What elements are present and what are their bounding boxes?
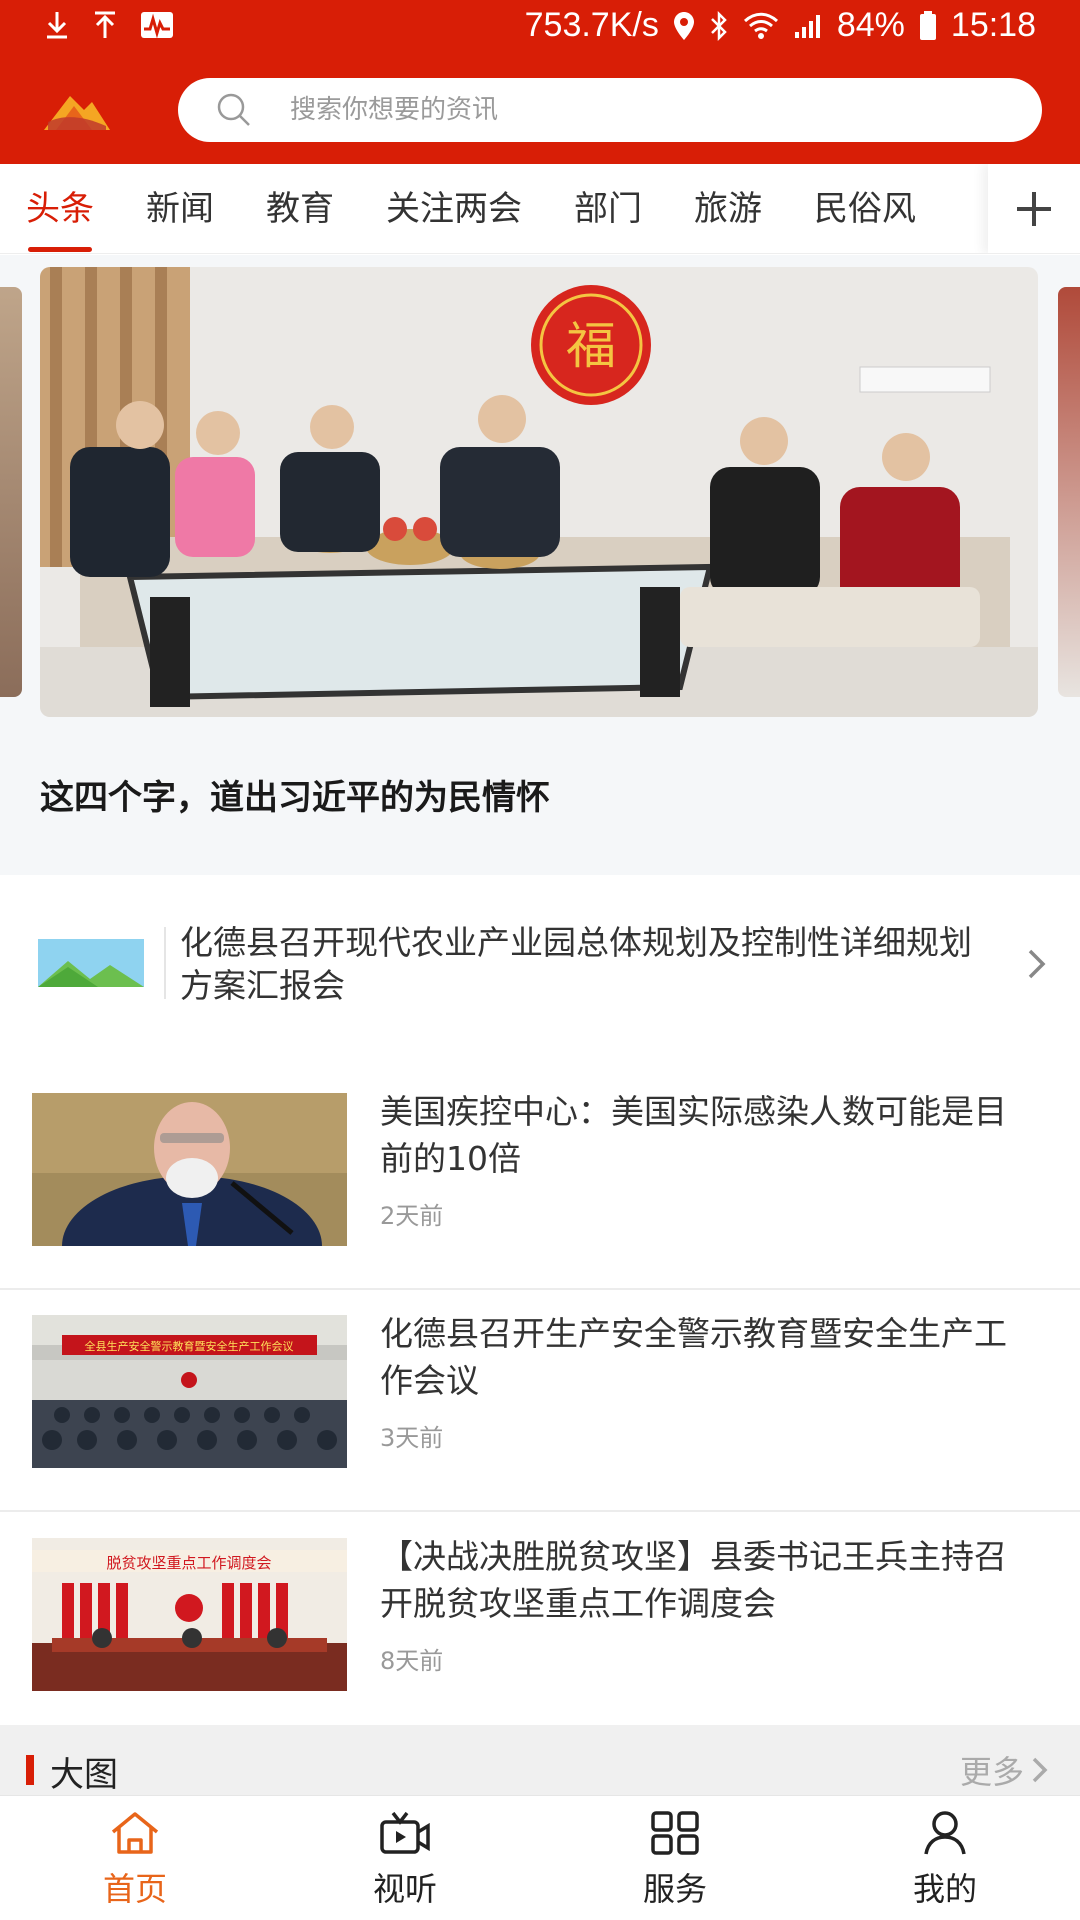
search-icon (217, 93, 250, 126)
banner-headline[interactable]: 这四个字，道出习近平的为民情怀 (40, 770, 550, 819)
carousel-next-slide[interactable] (1058, 287, 1080, 697)
category-tabs: 头条 新闻 教育 关注两会 部门 旅游 民俗风 (0, 164, 1080, 254)
news-thumbnail[interactable]: 全县生产安全警示教育暨安全生产工作会议 (32, 1315, 347, 1468)
section-marker (26, 1755, 34, 1785)
news-title[interactable]: 【决战决胜脱贫攻坚】县委书记王兵主持召开脱贫攻坚重点工作调度会 (380, 1533, 1030, 1627)
search-bar[interactable] (178, 78, 1042, 142)
more-link[interactable]: 更多 (960, 1747, 1050, 1793)
tab-folk-customs[interactable]: 民俗风 (788, 164, 942, 253)
news-title[interactable]: 美国疾控中心：美国实际感染人数可能是目前的10倍 (380, 1088, 1030, 1182)
chevron-right-icon[interactable] (1026, 947, 1048, 981)
clock: 15:18 (950, 6, 1036, 44)
placeholder-image-icon (38, 939, 144, 987)
news-time: 8天前 (380, 1647, 444, 1675)
activity-icon (141, 12, 173, 39)
battery-percent: 84% (836, 6, 905, 44)
list-item[interactable]: 全县生产安全警示教育暨安全生产工作会议 化德县召开生产安全警示教育暨安全生产工作… (0, 1290, 1080, 1512)
tab-news[interactable]: 新闻 (120, 164, 240, 253)
battery-icon (919, 10, 936, 40)
video-icon (380, 1811, 430, 1854)
list-item[interactable]: 脱贫攻坚重点工作调度会 【决战决胜脱贫攻坚】县委书记王兵主持召开脱贫攻坚重点工作… (0, 1513, 1080, 1735)
news-thumbnail[interactable] (32, 1093, 347, 1246)
wifi-icon (743, 12, 778, 39)
chevron-right-icon (1032, 1757, 1048, 1783)
plus-icon (1017, 192, 1051, 226)
nav-profile-label: 我的 (912, 1870, 977, 1908)
banner-text: 脱贫攻坚重点工作调度会 (106, 1554, 271, 1572)
tab-education[interactable]: 教育 (240, 164, 360, 253)
app-logo-icon[interactable] (40, 86, 112, 134)
nav-home-label: 首页 (102, 1870, 167, 1908)
bluetooth-icon (710, 10, 727, 41)
divider (164, 927, 166, 999)
app-header (0, 56, 1080, 164)
nav-video[interactable]: 视听 (270, 1796, 540, 1920)
bottom-navigation: 首页 视听 服务 我的 (0, 1795, 1080, 1920)
banner-carousel[interactable]: 福 这四个字，道出习近平的为民情怀 (0, 255, 1080, 875)
more-label: 更多 (959, 1753, 1024, 1791)
tab-headlines[interactable]: 头条 (0, 164, 120, 253)
banner-image[interactable]: 福 (40, 267, 1038, 717)
section-title: 大图 (50, 1755, 118, 1795)
add-channel-button[interactable] (988, 164, 1080, 253)
text-news-title[interactable]: 化德县召开现代农业产业园总体规划及控制性详细规划方案汇报会 (180, 921, 980, 1007)
fu-character: 福 (566, 317, 616, 375)
nav-profile[interactable]: 我的 (810, 1796, 1080, 1920)
nav-home[interactable]: 首页 (0, 1796, 270, 1920)
nav-video-label: 视听 (372, 1870, 437, 1908)
nav-services[interactable]: 服务 (540, 1796, 810, 1920)
news-thumbnail[interactable]: 脱贫攻坚重点工作调度会 (32, 1538, 347, 1691)
section-header: 大图 更多 (0, 1725, 1080, 1795)
home-icon (111, 1812, 159, 1854)
search-input[interactable] (290, 95, 890, 125)
network-speed: 753.7K/s (524, 6, 659, 44)
list-item[interactable]: 美国疾控中心：美国实际感染人数可能是目前的10倍 2天前 (0, 1068, 1080, 1290)
news-time: 3天前 (380, 1424, 444, 1452)
signal-icon (794, 14, 820, 38)
grid-icon (651, 1811, 699, 1855)
user-icon (924, 1811, 966, 1855)
status-bar: 753.7K/s 84% 15:18 (0, 0, 1080, 56)
tab-tourism[interactable]: 旅游 (668, 164, 788, 253)
nav-services-label: 服务 (642, 1870, 707, 1908)
location-icon (673, 11, 694, 40)
banner-text: 全县生产安全警示教育暨安全生产工作会议 (85, 1339, 294, 1353)
news-title[interactable]: 化德县召开生产安全警示教育暨安全生产工作会议 (380, 1310, 1030, 1404)
text-news-item[interactable]: 化德县召开现代农业产业园总体规划及控制性详细规划方案汇报会 (0, 905, 1080, 1025)
news-time: 2天前 (380, 1202, 444, 1230)
download-icon (47, 12, 67, 39)
upload-icon (95, 11, 115, 38)
tab-two-sessions[interactable]: 关注两会 (360, 164, 548, 253)
tab-departments[interactable]: 部门 (548, 164, 668, 253)
carousel-prev-slide[interactable] (0, 287, 22, 697)
